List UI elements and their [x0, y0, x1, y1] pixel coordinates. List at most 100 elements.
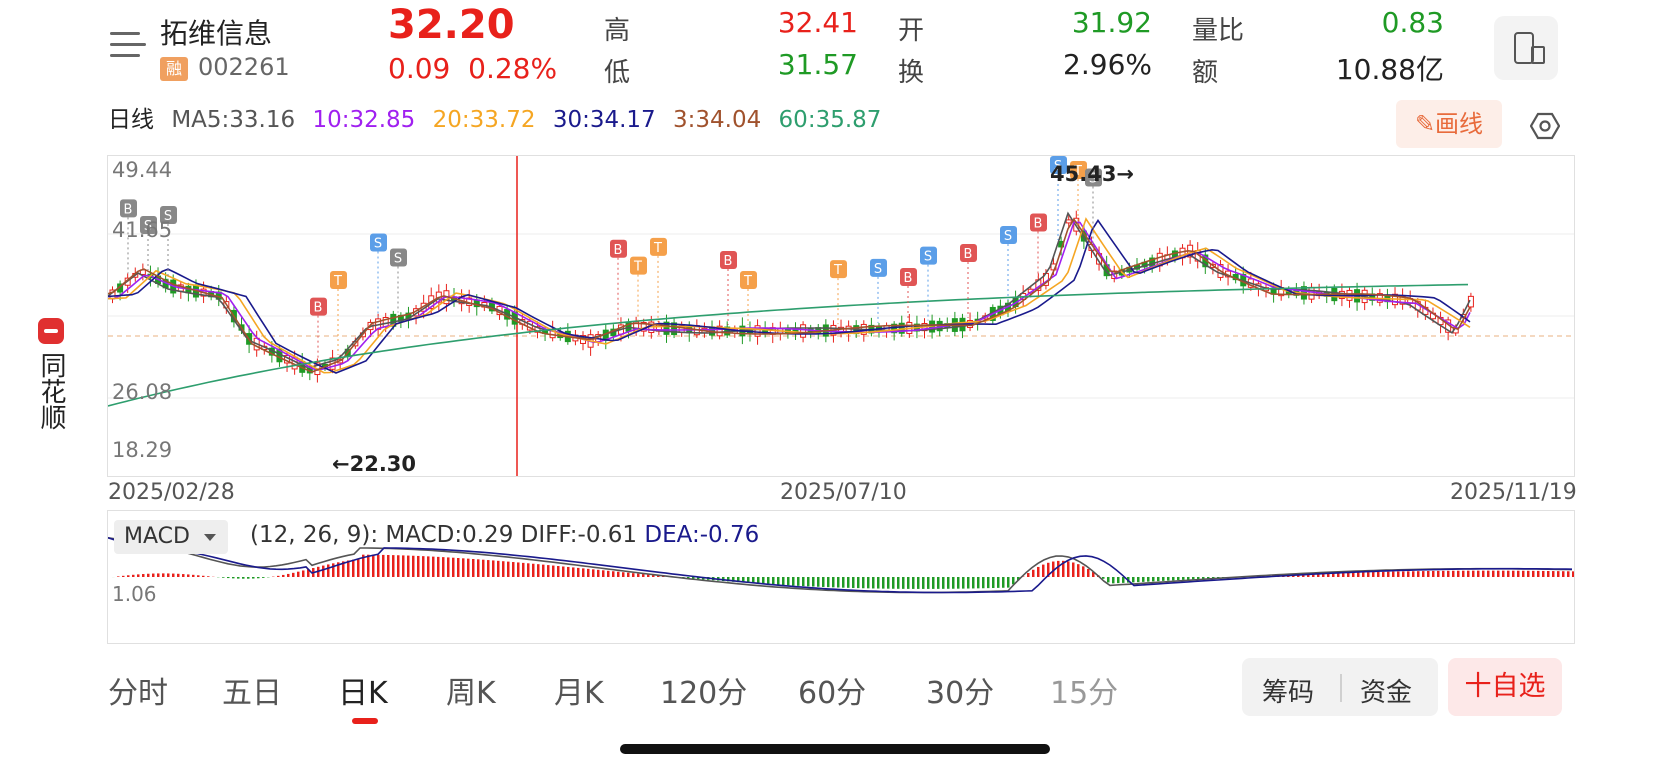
- signal-badge-label: B: [614, 243, 623, 258]
- macd-bar: [477, 559, 480, 577]
- macd-bar: [1027, 572, 1030, 577]
- macd-bar: [247, 577, 250, 579]
- stock-name: 拓维信息: [160, 17, 273, 50]
- macd-bar: [137, 574, 140, 577]
- macd-bar: [637, 573, 640, 577]
- chip-distribution-button[interactable]: 筹码: [1262, 672, 1314, 709]
- macd-bar: [1427, 571, 1430, 577]
- macd-bar: [597, 569, 600, 577]
- macd-bar: [417, 555, 420, 577]
- macd-bar: [832, 577, 835, 588]
- stat-value-volume-ratio: 0.83: [1381, 6, 1444, 39]
- macd-bar: [797, 577, 800, 586]
- macd-bar: [957, 577, 960, 589]
- stat-value-high: 32.41: [777, 6, 858, 39]
- price-change: 0.09 0.28%: [388, 52, 557, 85]
- macd-bar: [432, 556, 435, 577]
- change-percent: 0.28%: [468, 52, 558, 85]
- tab-intraday[interactable]: 分时: [108, 668, 168, 712]
- tab-30min[interactable]: 30分: [926, 668, 994, 712]
- macd-bar: [472, 558, 475, 577]
- macd-bar: [1482, 570, 1485, 577]
- tab-five-day[interactable]: 五日: [222, 668, 282, 712]
- macd-bar: [322, 565, 325, 577]
- indicator-select[interactable]: MACD: [114, 520, 228, 554]
- signal-badge-label: B: [964, 247, 973, 262]
- macd-bar: [1347, 572, 1350, 577]
- macd-bar: [222, 577, 225, 578]
- macd-bar: [1102, 577, 1105, 579]
- macd-bar: [952, 577, 955, 589]
- macd-bar: [927, 577, 930, 589]
- macd-bar: [357, 558, 360, 577]
- settings-icon[interactable]: [1530, 111, 1560, 141]
- add-watchlist-button[interactable]: 十自选: [1448, 658, 1562, 716]
- stat-label-amount: 额: [1192, 58, 1219, 88]
- macd-bar: [412, 555, 415, 577]
- tab-120min[interactable]: 120分: [660, 668, 747, 712]
- macd-bar: [762, 577, 765, 584]
- macd-param-set: (12, 26, 9):: [250, 522, 379, 548]
- macd-bar: [1517, 570, 1520, 577]
- macd-bar: [1057, 560, 1060, 577]
- menu-icon[interactable]: [110, 30, 146, 60]
- candle-body: [1308, 286, 1315, 300]
- macd-bar: [1532, 570, 1535, 577]
- macd-bar: [157, 573, 160, 577]
- tab-weekly-k[interactable]: 周K: [446, 668, 496, 712]
- macd-bar: [1182, 577, 1185, 580]
- macd-bar: [922, 577, 925, 589]
- signal-badge-label: T: [833, 263, 842, 278]
- candle-body: [800, 324, 807, 338]
- macd-bar: [1372, 572, 1375, 577]
- macd-bar: [262, 577, 265, 578]
- macd-bar: [1072, 562, 1075, 577]
- macd-bar: [1467, 570, 1470, 577]
- stat-value-low: 31.57: [777, 48, 858, 81]
- macd-bar: [907, 577, 910, 589]
- macd-bar: [297, 571, 300, 577]
- stat-label-high: 高: [604, 16, 631, 46]
- macd-bar: [1382, 571, 1385, 577]
- stat-label-open: 开: [898, 16, 925, 46]
- macd-bar: [1357, 572, 1360, 577]
- macd-bar: [167, 573, 170, 577]
- landscape-toggle-button[interactable]: [1494, 16, 1558, 80]
- macd-bar: [207, 576, 210, 577]
- macd-bar: [1082, 566, 1085, 577]
- macd-bar: [422, 556, 425, 577]
- macd-bar: [1002, 577, 1005, 588]
- macd-bar: [792, 577, 795, 586]
- tab-60min[interactable]: 60分: [798, 668, 866, 712]
- macd-bar: [227, 577, 230, 579]
- macd-bar: [502, 561, 505, 577]
- macd-bar: [847, 577, 850, 588]
- macd-bar: [532, 563, 535, 577]
- fund-flow-button[interactable]: 资金: [1360, 672, 1412, 709]
- tab-daily-k[interactable]: 日K: [338, 668, 388, 712]
- macd-bar: [827, 577, 830, 588]
- macd-bar: [127, 575, 130, 577]
- macd-bar: [387, 555, 390, 577]
- macd-bar: [1387, 571, 1390, 577]
- tab-monthly-k[interactable]: 月K: [554, 668, 604, 712]
- macd-bar: [997, 577, 1000, 588]
- macd-bar: [1362, 572, 1365, 577]
- macd-bar: [872, 577, 875, 589]
- kline-chart[interactable]: SSBBTSSBTTBTTSBSBSBSTS: [107, 155, 1575, 477]
- macd-bar: [462, 558, 465, 577]
- macd-bar: [882, 577, 885, 589]
- draw-line-button[interactable]: ✎画线: [1396, 100, 1502, 148]
- macd-bar: [937, 577, 940, 589]
- tab-15min[interactable]: 15分: [1050, 668, 1118, 712]
- macd-bar: [1367, 572, 1370, 577]
- macd-bar: [842, 577, 845, 588]
- macd-bar: [1417, 571, 1420, 577]
- y-label-max: 49.44: [112, 158, 173, 182]
- macd-bar: [1152, 577, 1155, 582]
- home-indicator: [620, 744, 1050, 754]
- signal-badge-label: T: [653, 241, 662, 256]
- macd-bar: [347, 560, 350, 577]
- macd-bar: [147, 573, 150, 577]
- macd-bar: [632, 573, 635, 577]
